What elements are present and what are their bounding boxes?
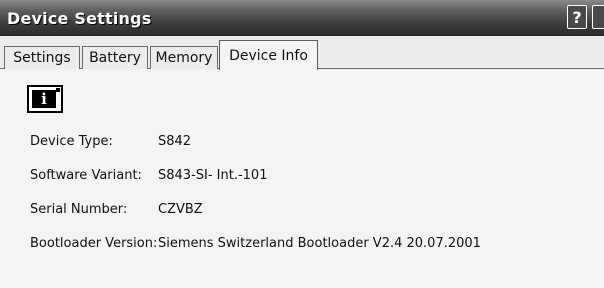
tab-battery[interactable]: Battery [82, 46, 148, 69]
close-button[interactable] [592, 5, 604, 29]
serial-number-value: CZVBZ [158, 202, 203, 217]
tab-settings[interactable]: Settings [4, 46, 80, 69]
info-icon: i [27, 85, 63, 113]
device-type-value: S842 [158, 134, 192, 149]
bootloader-version-label: Bootloader Version: [30, 236, 158, 251]
help-button[interactable]: ? [567, 5, 587, 29]
title-bar: Device Settings ? [0, 0, 604, 36]
window-title: Device Settings [7, 9, 152, 28]
software-variant-value: S843-SI- Int.-101 [158, 168, 268, 183]
tab-device-info[interactable]: Device Info [219, 40, 318, 70]
device-type-label: Device Type: [30, 134, 113, 149]
bootloader-version-value: Siemens Switzerland Bootloader V2.4 20.0… [158, 236, 481, 251]
tab-memory[interactable]: Memory [150, 46, 218, 69]
serial-number-label: Serial Number: [30, 202, 128, 217]
software-variant-label: Software Variant: [30, 168, 142, 183]
